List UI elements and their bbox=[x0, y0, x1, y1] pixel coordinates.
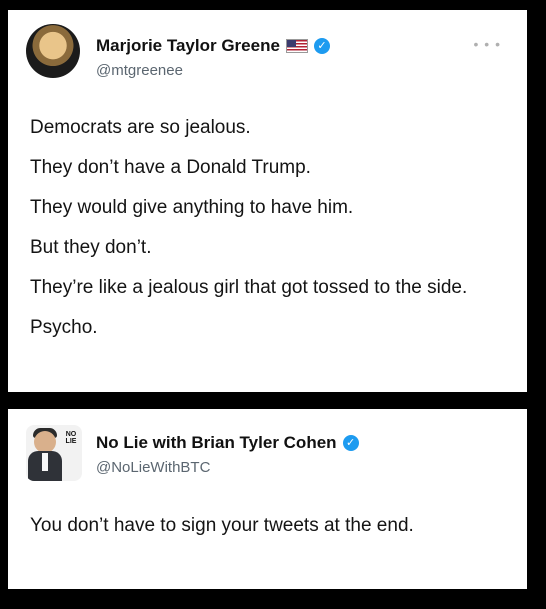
tweet-line: Democrats are so jealous. bbox=[30, 117, 251, 138]
tweet-line: They’re like a jealous girl that got tos… bbox=[30, 277, 468, 298]
tweet-line: Psycho. bbox=[30, 317, 98, 338]
us-flag-icon bbox=[285, 39, 308, 53]
author-name[interactable]: No Lie with Brian Tyler Cohen bbox=[96, 433, 337, 453]
verified-badge-icon: ✓ bbox=[342, 435, 359, 451]
tweet-line: But they don’t. bbox=[30, 237, 152, 258]
tweet-line: They would give anything to have him. bbox=[30, 197, 354, 218]
tweet-text: You don’t have to sign your tweets at th… bbox=[30, 515, 414, 536]
more-options-icon[interactable]: • • • bbox=[474, 36, 501, 52]
author-name[interactable]: Marjorie Taylor Greene bbox=[96, 36, 280, 56]
tweet-card-mtg[interactable]: Marjorie Taylor Greene ✓ @mtgreenee • • … bbox=[8, 10, 527, 392]
author-line: Marjorie Taylor Greene ✓ bbox=[96, 36, 330, 56]
author-handle[interactable]: @NoLieWithBTC bbox=[96, 459, 210, 476]
author-handle[interactable]: @mtgreenee bbox=[96, 62, 183, 79]
tweet-line: They don’t have a Donald Trump. bbox=[30, 157, 311, 178]
avatar[interactable]: NO LIE bbox=[26, 425, 82, 481]
tweet-header: Marjorie Taylor Greene ✓ @mtgreenee • • … bbox=[8, 10, 527, 90]
avatar-shirt bbox=[42, 453, 48, 471]
avatar-face bbox=[34, 431, 56, 453]
tweet-text: Democrats are so jealous. They don’t hav… bbox=[30, 116, 507, 356]
avatar[interactable] bbox=[26, 24, 80, 78]
author-line: No Lie with Brian Tyler Cohen ✓ bbox=[96, 433, 359, 453]
verified-badge-icon: ✓ bbox=[313, 38, 330, 54]
tweet-card-reply[interactable]: NO LIE No Lie with Brian Tyler Cohen ✓ @… bbox=[8, 409, 527, 589]
avatar-logo: NO LIE bbox=[65, 431, 77, 445]
